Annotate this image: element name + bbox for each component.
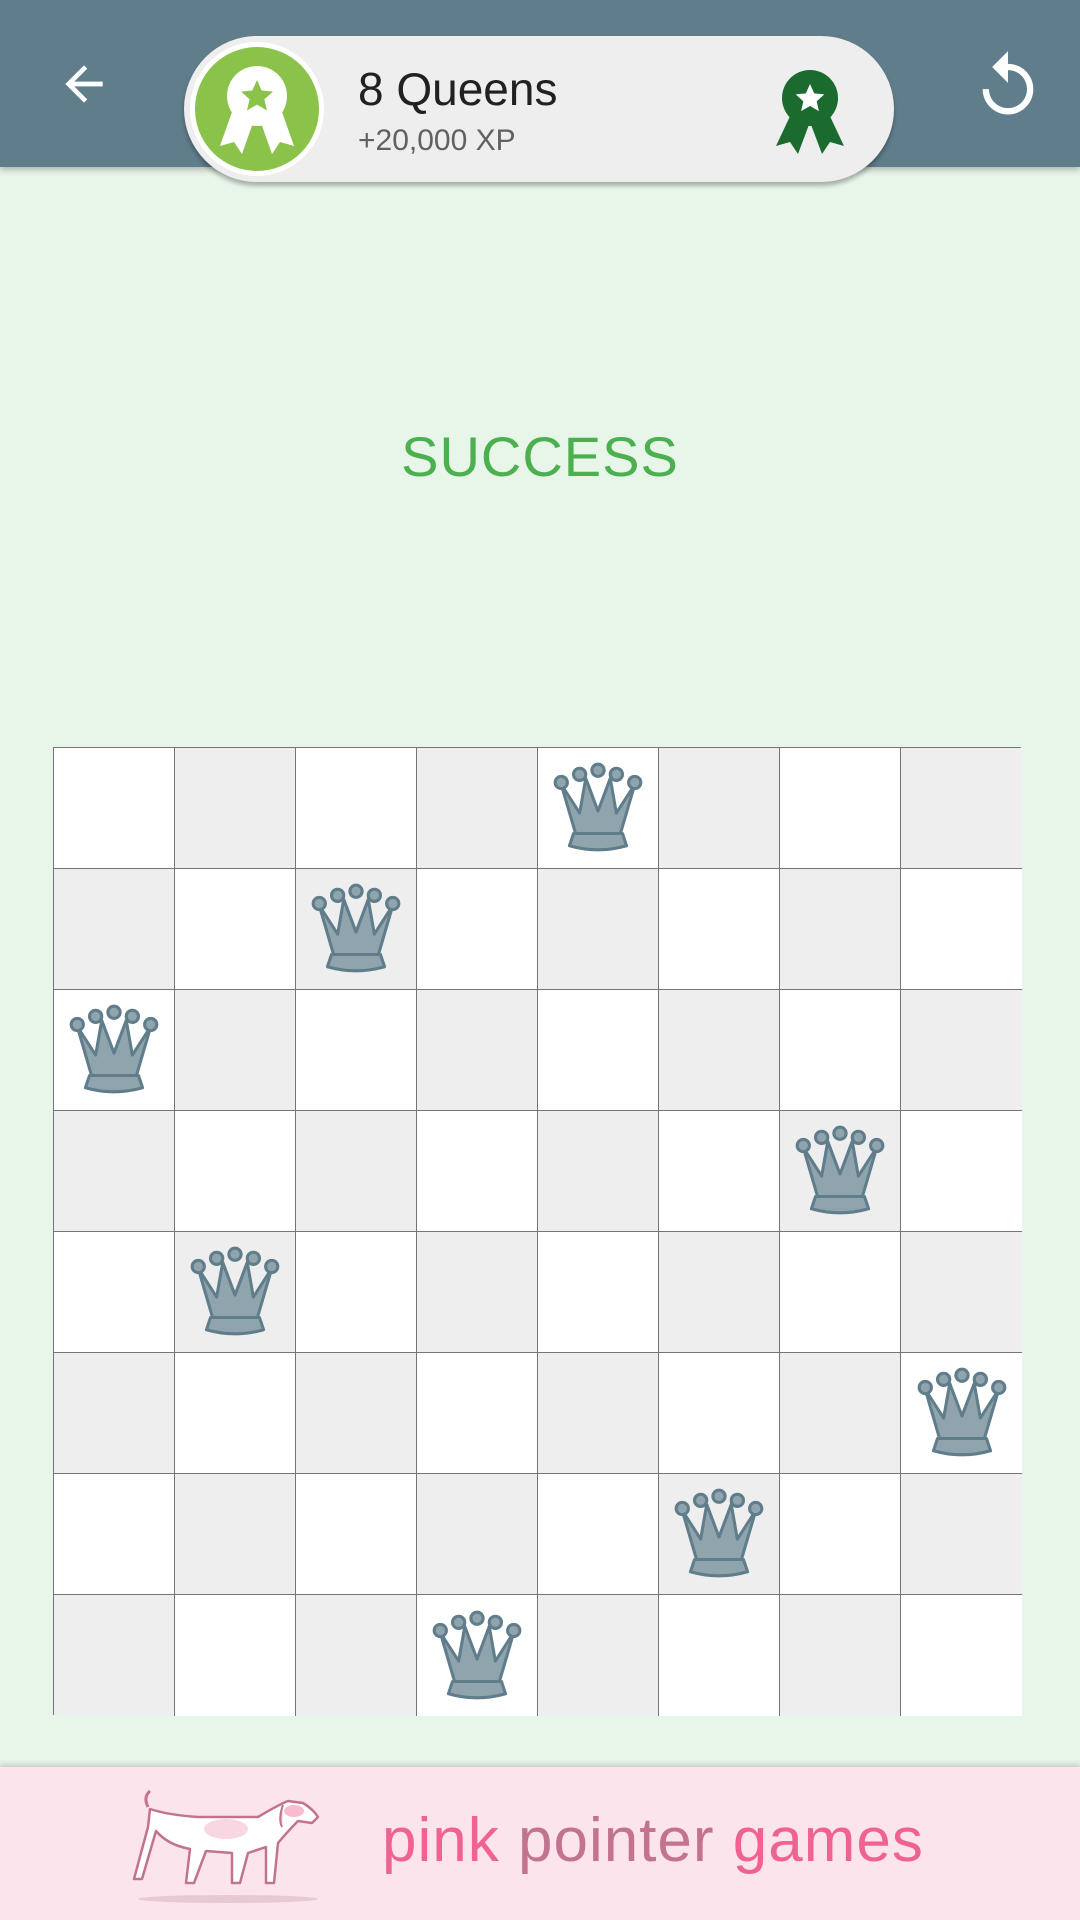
board-cell[interactable] xyxy=(175,1474,296,1595)
board-cell[interactable] xyxy=(296,1232,417,1353)
board-cell[interactable] xyxy=(417,1353,538,1474)
board-cell[interactable] xyxy=(175,748,296,869)
board-cell[interactable] xyxy=(175,1232,296,1353)
footer-banner[interactable]: pink pointer games xyxy=(0,1767,1080,1920)
board-cell[interactable] xyxy=(659,1474,780,1595)
board-cell[interactable] xyxy=(901,1353,1022,1474)
board-cell[interactable] xyxy=(417,869,538,990)
board-cell[interactable] xyxy=(901,1111,1022,1232)
board-cell[interactable] xyxy=(417,990,538,1111)
board-cell[interactable] xyxy=(538,1353,659,1474)
board-cell[interactable] xyxy=(54,1595,175,1716)
board-cell[interactable] xyxy=(659,1232,780,1353)
board-cell[interactable] xyxy=(175,990,296,1111)
board-cell[interactable] xyxy=(538,869,659,990)
back-button[interactable] xyxy=(44,44,124,124)
board-cell[interactable] xyxy=(659,1595,780,1716)
board-cell[interactable] xyxy=(417,1474,538,1595)
board-cell[interactable] xyxy=(901,869,1022,990)
pointer-dog-icon xyxy=(132,1789,320,1903)
board-cell[interactable] xyxy=(538,748,659,869)
board-cell[interactable] xyxy=(296,748,417,869)
board-cell[interactable] xyxy=(296,990,417,1111)
board-cell[interactable] xyxy=(538,1595,659,1716)
board-cell[interactable] xyxy=(54,990,175,1111)
board-cell[interactable] xyxy=(538,990,659,1111)
board-cell[interactable] xyxy=(417,1111,538,1232)
board-cell[interactable] xyxy=(296,1474,417,1595)
board-cell[interactable] xyxy=(538,1474,659,1595)
queen-icon xyxy=(69,1004,159,1094)
board-cell[interactable] xyxy=(296,1111,417,1232)
board-cell[interactable] xyxy=(780,869,901,990)
award-ribbon-icon xyxy=(220,66,294,154)
board-cell[interactable] xyxy=(659,748,780,869)
board-cell[interactable] xyxy=(780,1353,901,1474)
restart-button[interactable] xyxy=(966,44,1050,128)
level-badge xyxy=(190,42,324,176)
restart-icon xyxy=(982,51,1034,115)
board-cell[interactable] xyxy=(175,1595,296,1716)
board-cell[interactable] xyxy=(780,1232,901,1353)
board-cell[interactable] xyxy=(780,1595,901,1716)
board-cell[interactable] xyxy=(54,1111,175,1232)
award-ribbon-icon xyxy=(776,70,844,154)
board-cell[interactable] xyxy=(417,1232,538,1353)
board-cell[interactable] xyxy=(538,1232,659,1353)
level-info-card: 8 Queens +20,000 XP xyxy=(184,36,894,182)
queen-icon xyxy=(190,1246,280,1336)
board-cell[interactable] xyxy=(538,1111,659,1232)
xp-reward: +20,000 XP xyxy=(358,124,516,157)
board-cell[interactable] xyxy=(175,869,296,990)
board-cell[interactable] xyxy=(780,1474,901,1595)
board-cell[interactable] xyxy=(901,1595,1022,1716)
chess-board xyxy=(53,747,1022,1716)
board-cell[interactable] xyxy=(780,1111,901,1232)
board-cell[interactable] xyxy=(296,1595,417,1716)
queen-icon xyxy=(311,883,401,973)
board-cell[interactable] xyxy=(296,1353,417,1474)
board-cell[interactable] xyxy=(780,990,901,1111)
queen-icon xyxy=(917,1367,1006,1457)
puzzle-title: 8 Queens xyxy=(358,63,558,115)
board-cell[interactable] xyxy=(659,869,780,990)
arrow-left-icon xyxy=(65,65,103,103)
result-status: SUCCESS xyxy=(401,425,679,488)
board-cell[interactable] xyxy=(659,1353,780,1474)
board-cell[interactable] xyxy=(780,748,901,869)
board-cell[interactable] xyxy=(175,1353,296,1474)
queen-icon xyxy=(553,762,643,852)
board-cell[interactable] xyxy=(296,869,417,990)
board-cell[interactable] xyxy=(901,1474,1022,1595)
queen-icon xyxy=(674,1488,764,1578)
board-cell[interactable] xyxy=(901,990,1022,1111)
queen-icon xyxy=(432,1610,522,1699)
board-cell[interactable] xyxy=(417,748,538,869)
board-cell[interactable] xyxy=(54,869,175,990)
board-cell[interactable] xyxy=(901,748,1022,869)
queen-icon xyxy=(795,1125,885,1215)
board-cell[interactable] xyxy=(659,990,780,1111)
board-cell[interactable] xyxy=(901,1232,1022,1353)
board-cell[interactable] xyxy=(54,1474,175,1595)
board-cell[interactable] xyxy=(54,1353,175,1474)
board-cell[interactable] xyxy=(175,1111,296,1232)
board-cell[interactable] xyxy=(417,1595,538,1716)
brand-name: pink pointer games xyxy=(382,1806,924,1875)
board-cell[interactable] xyxy=(54,1232,175,1353)
board-cell[interactable] xyxy=(54,748,175,869)
board-cell[interactable] xyxy=(659,1111,780,1232)
